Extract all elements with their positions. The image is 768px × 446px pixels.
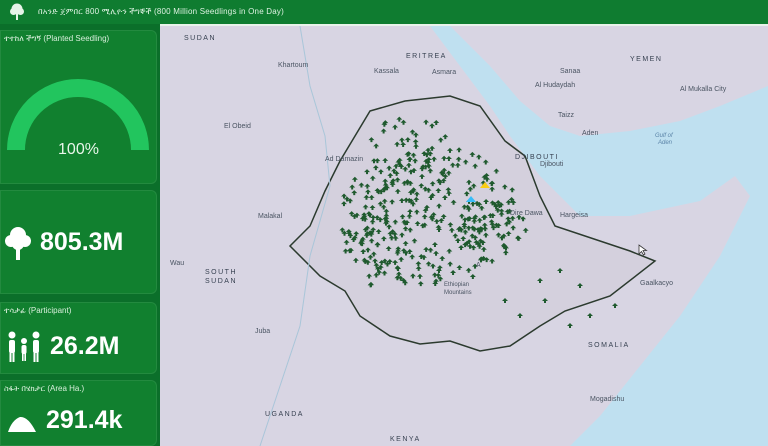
map-view[interactable]: SUDAN ERITREA YEMEN DJIBOUTI SOUTH SUDAN… (160, 26, 768, 446)
city-kassala: Kassala (374, 68, 399, 75)
city-malakal: Malakal (258, 213, 283, 220)
city-khartoum: Khartoum (278, 62, 309, 69)
city-al-hudaydah: Al Hudaydah (535, 82, 576, 89)
cursor-icon (638, 244, 648, 256)
area-value: 291.4k (46, 406, 123, 434)
city-mogadishu: Mogadishu (590, 396, 625, 403)
tree-logo-icon (6, 1, 28, 23)
label-south-sudan-2: SUDAN (205, 278, 238, 285)
city-el-obeid: El Obeid (224, 123, 251, 130)
planted-seedling-card: ተተከለ ችግኝ (Planted Seedling) 100% (0, 30, 157, 184)
city-taiz: Taizz (558, 112, 574, 119)
people-icon (6, 330, 42, 369)
planted-seedling-label: ተተከለ ችግኝ (Planted Seedling) (4, 34, 110, 43)
label-kenya: KENYA (390, 436, 421, 443)
stats-sidebar: ተተከለ ችግኝ (Planted Seedling) 100% 805.3M … (0, 24, 160, 446)
sea-gulf-aden-2: Aden (658, 140, 673, 146)
header-bar: በአንድ ጀምበር 800 ሚሊዮን ችግኞች (800 Million See… (0, 0, 768, 26)
area-label: ስፋት በሄክታር (Area Ha.) (4, 384, 85, 393)
label-highlands-2: Mountains (444, 290, 472, 296)
city-hargeisa: Hargeisa (560, 212, 589, 219)
page-title: በአንድ ጀምበር 800 ሚሊዮን ችግኞች (800 Million See… (38, 7, 284, 16)
participants-value: 26.2M (50, 332, 120, 360)
label-yemen: YEMEN (630, 56, 663, 63)
city-wau: Wau (170, 260, 185, 267)
label-djibouti: DJIBOUTI (515, 154, 559, 161)
city-sanaa: Sanaa (560, 68, 581, 75)
participants-card: ተሳታፊ (Participant) 26.2M (0, 302, 157, 374)
tree-icon (4, 226, 32, 267)
map-canvas[interactable] (160, 26, 768, 446)
sea-gulf-aden-1: Gulf of (655, 133, 673, 139)
label-highlands-1: Ethiopian (444, 282, 470, 288)
area-card: ስፋት በሄክታር (Area Ha.) 291.4k (0, 380, 157, 446)
city-djibouti: Djibouti (540, 161, 564, 168)
participants-label: ተሳታፊ (Participant) (4, 306, 72, 315)
label-uganda: UGANDA (265, 411, 304, 418)
city-juba: Juba (255, 328, 271, 335)
city-ad-damazin: Ad Damazin (325, 156, 364, 163)
city-al-mukalla: Al Mukalla City (680, 86, 727, 93)
city-aden: Aden (582, 130, 599, 137)
label-south-sudan-1: SOUTH (205, 269, 237, 276)
city-asmara: Asmara (432, 69, 457, 76)
label-eritrea: ERITREA (406, 53, 447, 60)
label-sudan: SUDAN (184, 35, 217, 42)
label-somalia: SOMALIA (588, 342, 630, 349)
seedlings-card: 805.3M (0, 190, 157, 294)
city-dire-dawa: Dire Dawa (510, 210, 543, 217)
gauge-percent-text: 100% (58, 141, 99, 158)
label-ethiopia-partial: A (476, 262, 481, 269)
seedlings-value: 805.3M (40, 228, 124, 256)
mountain-icon (6, 414, 38, 439)
city-galkayo: Gaalkacyo (640, 280, 674, 287)
